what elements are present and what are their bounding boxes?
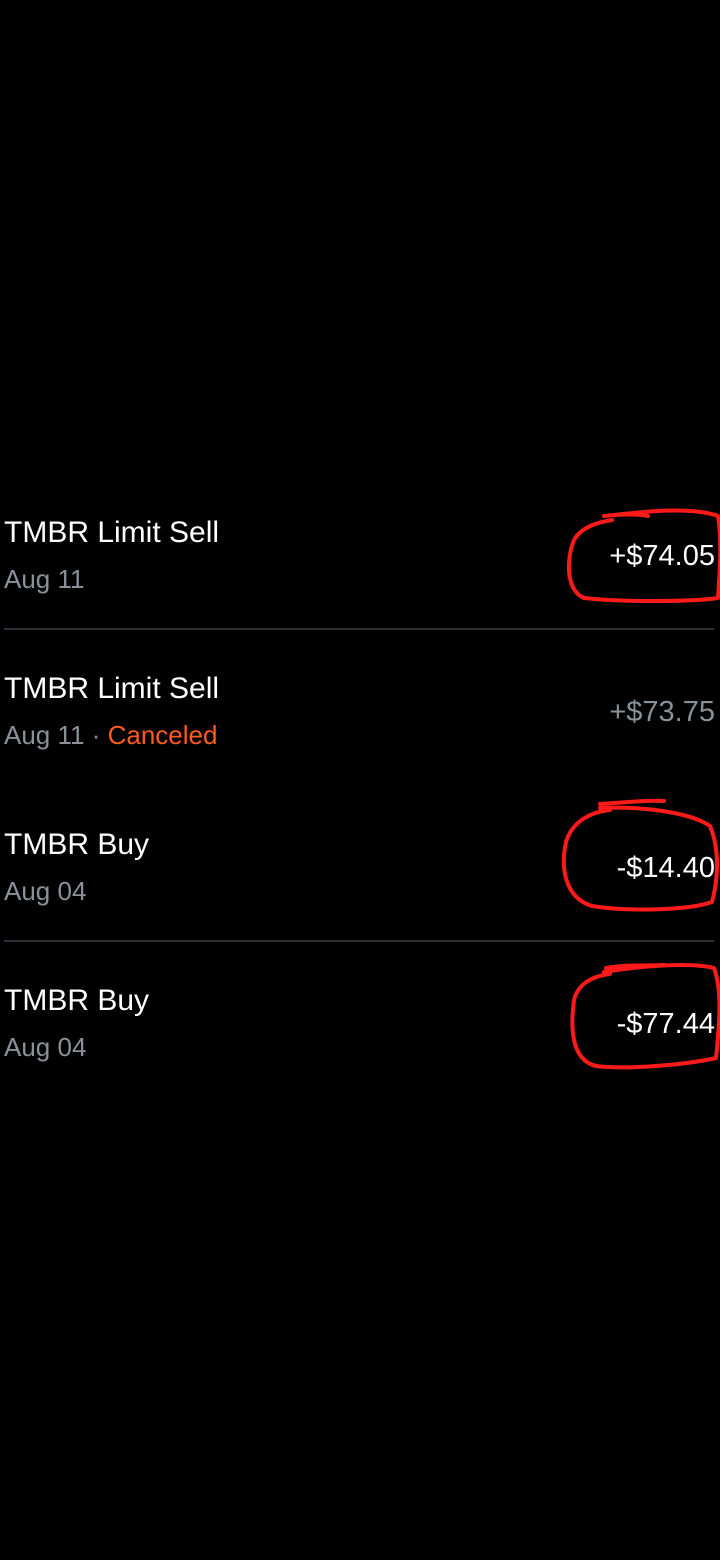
- order-date: Aug 11: [4, 564, 85, 594]
- order-amount: -$14.40: [616, 852, 715, 884]
- order-date: Aug 04: [4, 1032, 87, 1062]
- order-status-canceled: Canceled: [107, 720, 218, 750]
- row-divider: [4, 940, 714, 942]
- order-meta: Aug 11: [4, 564, 84, 594]
- order-meta: Aug 04: [4, 1032, 86, 1062]
- order-row[interactable]: TMBR Buy Aug 04 -$77.44: [0, 976, 720, 1132]
- order-title: TMBR Buy: [4, 828, 150, 861]
- order-row[interactable]: TMBR Limit Sell Aug 11 +$74.05: [0, 508, 720, 664]
- order-title: TMBR Limit Sell: [4, 672, 220, 705]
- order-date: Aug 11: [4, 720, 85, 750]
- order-meta: Aug 11 · Canceled: [4, 720, 217, 750]
- meta-separator: ·: [91, 720, 108, 750]
- row-divider: [4, 628, 714, 630]
- order-title: TMBR Limit Sell: [4, 516, 220, 549]
- order-row[interactable]: TMBR Buy Aug 04 -$14.40: [0, 820, 720, 976]
- order-row[interactable]: TMBR Limit Sell Aug 11 · Canceled +$73.7…: [0, 664, 720, 820]
- order-amount: -$77.44: [616, 1008, 715, 1040]
- order-amount: +$73.75: [609, 696, 715, 728]
- order-history-list: TMBR Limit Sell Aug 11 +$74.05 TMBR Limi…: [0, 0, 720, 1560]
- order-amount: +$74.05: [609, 540, 715, 572]
- order-date: Aug 04: [4, 876, 87, 906]
- order-title: TMBR Buy: [4, 984, 150, 1017]
- order-meta: Aug 04: [4, 876, 86, 906]
